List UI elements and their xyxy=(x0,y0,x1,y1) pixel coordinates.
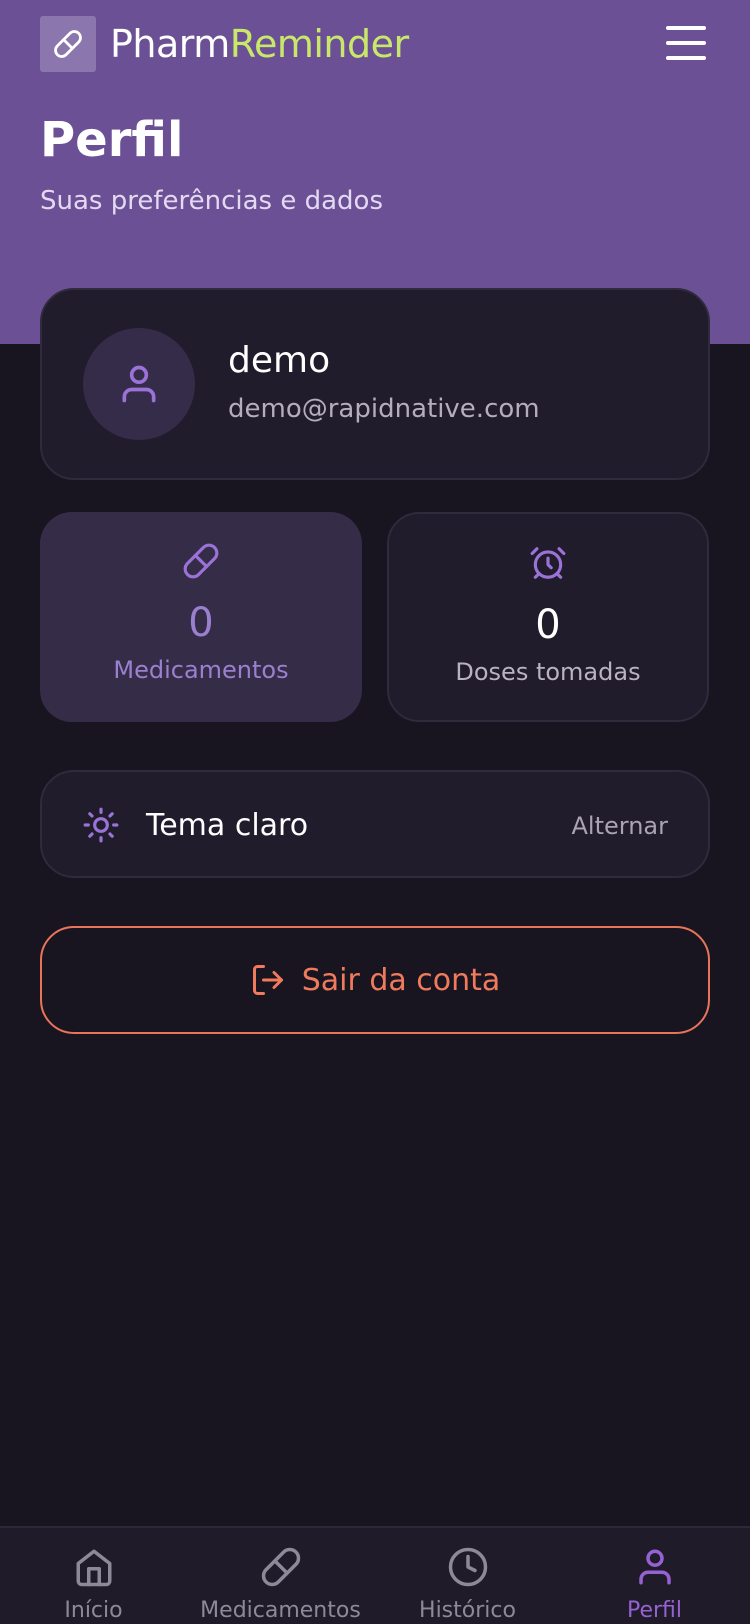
profile-email: demo@rapidnative.com xyxy=(228,394,540,424)
profile-screen: PharmReminder Perfil Suas preferências e… xyxy=(0,0,750,1624)
menu-icon[interactable] xyxy=(666,26,706,60)
avatar xyxy=(83,328,195,440)
stat-value: 0 xyxy=(188,600,214,646)
home-icon xyxy=(0,1546,187,1588)
clock-icon xyxy=(374,1546,561,1588)
stat-label: Doses tomadas xyxy=(455,658,641,686)
profile-card: demo demo@rapidnative.com xyxy=(40,288,710,480)
stat-label: Medicamentos xyxy=(113,656,289,684)
app-name-part2: Reminder xyxy=(229,22,409,66)
menu-line xyxy=(666,56,706,60)
nav-label: Perfil xyxy=(626,1598,683,1623)
nav-item-historico[interactable]: Histórico xyxy=(374,1528,561,1624)
stat-value: 0 xyxy=(535,602,561,648)
app-brand[interactable]: PharmReminder xyxy=(40,16,409,72)
nav-item-inicio[interactable]: Início xyxy=(0,1528,187,1624)
theme-toggle-button[interactable]: Alternar xyxy=(572,812,669,840)
app-name: PharmReminder xyxy=(110,22,409,66)
logout-button[interactable]: Sair da conta xyxy=(40,926,710,1034)
nav-item-medicamentos[interactable]: Medicamentos xyxy=(187,1528,374,1624)
bottom-navigation: Início Medicamentos Histórico Perfil xyxy=(0,1526,750,1624)
pill-logo-icon xyxy=(40,16,96,72)
menu-line xyxy=(666,26,706,30)
user-icon xyxy=(122,365,156,403)
logout-label: Sair da conta xyxy=(301,962,501,998)
nav-label: Histórico xyxy=(419,1598,516,1623)
stat-card-medications[interactable]: 0 Medicamentos xyxy=(40,512,362,722)
theme-label: Tema claro xyxy=(146,808,309,843)
pill-icon xyxy=(40,542,362,580)
alarm-clock-icon xyxy=(389,544,707,582)
profile-name: demo xyxy=(228,340,331,381)
nav-item-perfil[interactable]: Perfil xyxy=(561,1528,748,1624)
logout-icon xyxy=(252,965,283,995)
nav-label: Início xyxy=(64,1598,123,1623)
app-name-part1: Pharm xyxy=(110,22,230,66)
nav-label: Medicamentos xyxy=(200,1598,361,1623)
user-icon xyxy=(561,1546,748,1588)
stat-card-doses[interactable]: 0 Doses tomadas xyxy=(387,512,709,722)
menu-line xyxy=(666,41,706,45)
pill-icon xyxy=(187,1546,374,1588)
page-title: Perfil xyxy=(40,112,184,168)
page-subtitle: Suas preferências e dados xyxy=(40,186,384,216)
sun-icon xyxy=(82,806,120,848)
theme-toggle-row[interactable]: Tema claro Alternar xyxy=(40,770,710,878)
